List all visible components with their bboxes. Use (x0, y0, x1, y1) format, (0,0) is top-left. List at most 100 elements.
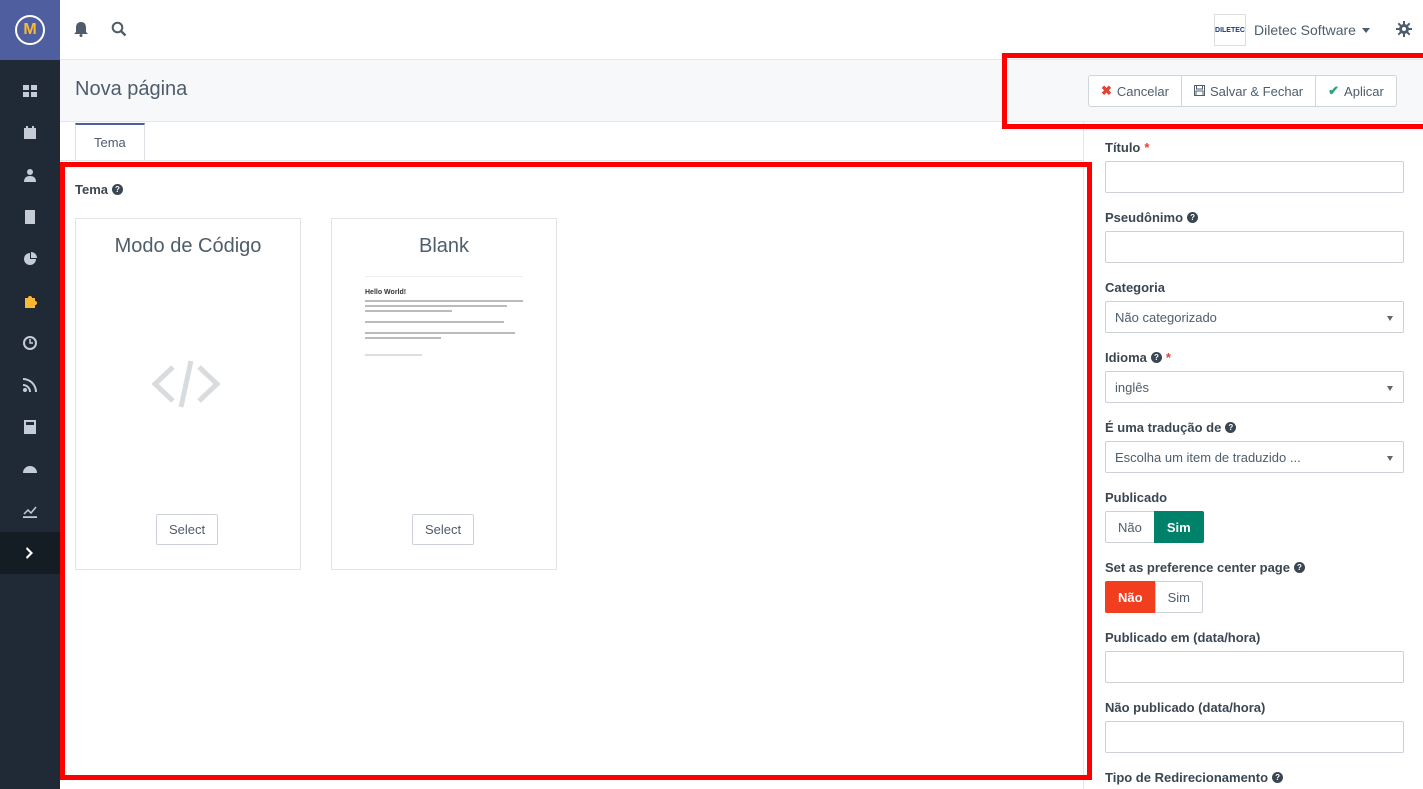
theme-card-code-mode: Modo de Código Select (75, 218, 301, 570)
pie-chart-icon (24, 252, 37, 265)
company-logo: DILETEC (1214, 14, 1246, 46)
sidebar-item-companies[interactable] (0, 196, 60, 238)
clock-icon (23, 336, 37, 350)
published-toggle: Não Sim (1105, 511, 1204, 543)
help-icon[interactable]: ? (1187, 212, 1199, 223)
puzzle-icon (25, 296, 37, 308)
dashboard-icon (23, 85, 37, 97)
check-icon: ✔ (1328, 83, 1340, 98)
translation-select[interactable]: Escolha um item de traduzido ... (1105, 441, 1404, 473)
pref-center-label-text: Set as preference center page (1105, 560, 1290, 575)
apply-button[interactable]: ✔ Aplicar (1315, 75, 1397, 107)
caret-down-icon (1387, 386, 1393, 391)
tab-bar: Tema (75, 123, 145, 160)
caret-down-icon (1387, 316, 1393, 321)
mautic-logo-icon: M (15, 15, 45, 45)
publish-down-input[interactable] (1105, 721, 1404, 753)
sidebar: M (0, 0, 60, 789)
tab-theme[interactable]: Tema (75, 123, 145, 160)
top-bar: DILETEC Diletec Software (60, 0, 1423, 60)
help-icon[interactable]: ? (1272, 772, 1284, 783)
sidebar-item-stages[interactable] (0, 448, 60, 490)
settings-button[interactable] (1396, 21, 1412, 40)
alias-label: Pseudônimo? (1105, 210, 1199, 225)
gear-icon (1396, 21, 1412, 37)
language-select[interactable]: inglês (1105, 371, 1404, 403)
language-label: Idioma? * (1105, 350, 1171, 365)
save-close-label: Salvar & Fechar (1209, 83, 1304, 99)
user-icon (24, 169, 36, 182)
category-label: Categoria (1105, 280, 1165, 295)
publish-down-label: Não publicado (data/hora) (1105, 700, 1266, 715)
calendar-icon (24, 126, 36, 139)
published-no-option[interactable]: Não (1105, 511, 1155, 543)
pref-center-toggle: Não Sim (1105, 581, 1203, 613)
building-icon (25, 210, 35, 224)
cancel-button[interactable]: ✖ Cancelar (1088, 75, 1182, 107)
close-icon: ✖ (1101, 83, 1112, 98)
publish-up-label: Publicado em (data/hora) (1105, 630, 1261, 645)
search-icon (111, 21, 127, 37)
theme-card-blank: Blank Hello World! Select (331, 218, 557, 570)
translation-label-text: É uma tradução de (1105, 420, 1222, 435)
select-code-mode-button[interactable]: Select (156, 514, 219, 545)
redirect-type-label: Tipo de Redirecionamento? (1105, 770, 1284, 785)
publish-up-input[interactable] (1105, 651, 1404, 683)
caret-down-icon (1361, 27, 1370, 33)
pref-center-yes-option[interactable]: Sim (1154, 581, 1203, 613)
app-logo[interactable]: M (0, 0, 60, 60)
theme-label-text: Tema (75, 182, 108, 197)
theme-card-title: Blank (418, 235, 470, 257)
bell-icon (74, 22, 88, 37)
select-blank-button[interactable]: Select (412, 514, 475, 545)
code-icon (151, 359, 221, 412)
help-icon[interactable]: ? (1150, 352, 1162, 363)
page-header: Nova página ✖ Cancelar Salvar & Fechar ✔… (60, 60, 1423, 122)
pref-center-label: Set as preference center page? (1105, 560, 1305, 575)
calculator-icon (24, 420, 36, 434)
language-value: inglês (1115, 379, 1149, 395)
published-yes-option[interactable]: Sim (1153, 511, 1204, 543)
sidebar-item-dashboard[interactable] (0, 70, 60, 112)
title-label-text: Título (1105, 140, 1141, 155)
theme-preview-thumbnail: Hello World! (365, 276, 523, 359)
notifications-button[interactable] (73, 21, 91, 39)
company-name: Diletec Software (1254, 22, 1356, 38)
line-chart-icon (23, 506, 37, 518)
alias-input[interactable] (1105, 231, 1404, 263)
apply-label: Aplicar (1344, 83, 1384, 99)
sidebar-item-feeds[interactable] (0, 364, 60, 406)
published-label: Publicado (1105, 490, 1168, 505)
save-close-button[interactable]: Salvar & Fechar (1180, 75, 1317, 107)
theme-label: Tema ? (75, 182, 123, 197)
sidebar-item-calendar[interactable] (0, 112, 60, 154)
sidebar-nav (0, 70, 60, 574)
dashboard-gauge-icon (23, 466, 37, 473)
sidebar-item-points[interactable] (0, 406, 60, 448)
required-marker: * (1165, 350, 1171, 365)
rss-icon (23, 378, 37, 392)
help-icon[interactable]: ? (112, 184, 123, 195)
pref-center-no-option[interactable]: Não (1105, 581, 1156, 613)
save-icon (1193, 84, 1205, 99)
category-select[interactable]: Não categorizado (1105, 301, 1404, 333)
language-label-text: Idioma (1105, 350, 1147, 365)
sidebar-item-campaigns[interactable] (0, 322, 60, 364)
title-label: Título * (1105, 140, 1149, 155)
header-actions: ✖ Cancelar Salvar & Fechar ✔ Aplicar (1088, 75, 1397, 107)
sidebar-item-contacts[interactable] (0, 154, 60, 196)
sidebar-item-reports-pie[interactable] (0, 238, 60, 280)
category-value: Não categorizado (1115, 309, 1217, 325)
search-button[interactable] (111, 21, 129, 39)
title-input[interactable] (1105, 161, 1404, 193)
required-marker: * (1144, 140, 1150, 155)
help-icon[interactable]: ? (1293, 562, 1305, 573)
account-menu[interactable]: DILETEC Diletec Software (1214, 14, 1370, 46)
sidebar-expand-button[interactable] (0, 532, 60, 574)
sidebar-item-components[interactable] (0, 280, 60, 322)
tab-divider (60, 160, 1083, 161)
help-icon[interactable]: ? (1225, 422, 1237, 433)
sidebar-item-reports[interactable] (0, 490, 60, 532)
alias-label-text: Pseudônimo (1105, 210, 1184, 225)
preview-heading: Hello World! (365, 289, 407, 296)
